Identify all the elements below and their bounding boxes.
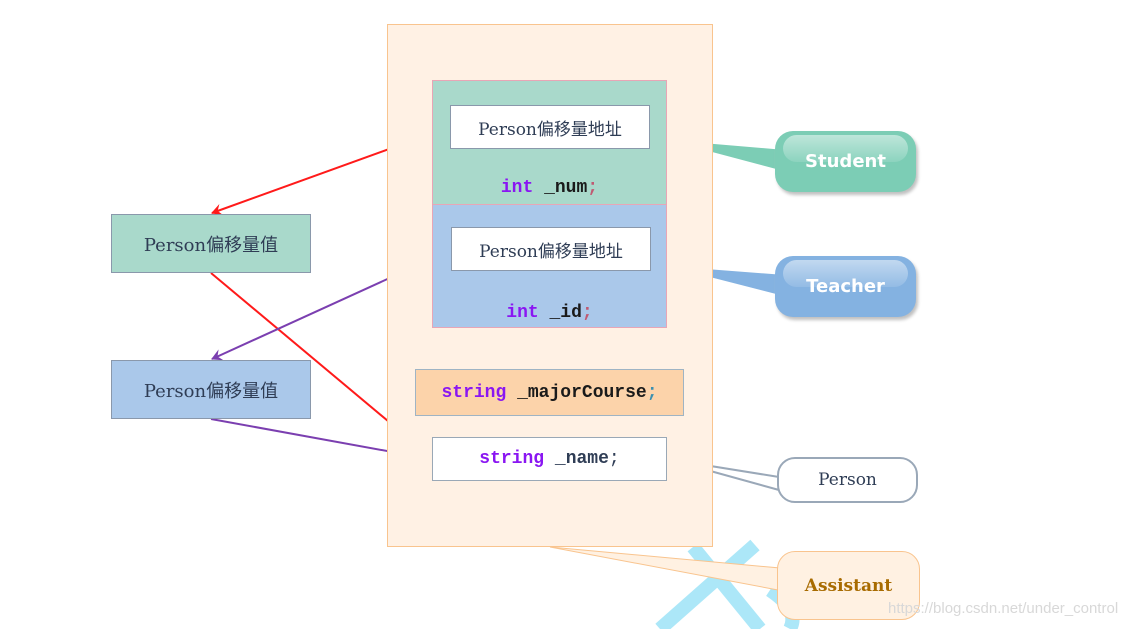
teacher-callout: Teacher xyxy=(775,256,916,317)
assistant-callout-label: Assistant xyxy=(804,575,893,596)
person-callout-label: Person xyxy=(818,470,877,490)
type-keyword: int xyxy=(506,303,539,323)
student-callout: Student xyxy=(775,131,916,192)
student-subobject: Person偏移量地址 int _num; xyxy=(432,80,667,205)
person-callout: Person xyxy=(777,457,918,503)
student-vbptr-box: Person偏移量地址 xyxy=(450,105,650,149)
type-keyword: string xyxy=(479,449,545,469)
member-name: _num xyxy=(533,178,588,198)
student-callout-label: Student xyxy=(805,151,886,172)
student-member-num: int _num; xyxy=(433,175,666,201)
offset-value-label: Person偏移量值 xyxy=(143,380,279,402)
teacher-member-id: int _id; xyxy=(433,300,666,326)
teacher-callout-label: Teacher xyxy=(806,276,885,297)
semicolon: ; xyxy=(646,382,658,403)
semicolon: ; xyxy=(608,449,620,469)
teacher-subobject: Person偏移量地址 int _id; xyxy=(432,204,667,328)
student-offset-value-box: Person偏移量值 xyxy=(111,214,311,273)
semicolon: ; xyxy=(587,178,599,198)
teacher-offset-value-box: Person偏移量值 xyxy=(111,360,311,419)
type-keyword: int xyxy=(500,178,534,198)
offset-value-label: Person偏移量值 xyxy=(143,234,279,256)
member-name: _name xyxy=(544,449,609,469)
major-course-member: string _majorCourse; xyxy=(415,369,684,416)
member-name: _majorCourse xyxy=(506,382,647,403)
semicolon: ; xyxy=(581,303,593,323)
student-vbptr-label: Person偏移量地址 xyxy=(478,119,622,140)
type-keyword: string xyxy=(441,382,507,403)
teacher-vbptr-box: Person偏移量地址 xyxy=(451,227,651,271)
person-name-member: string _name; xyxy=(432,437,667,481)
member-name: _id xyxy=(538,303,582,323)
teacher-vbptr-label: Person偏移量地址 xyxy=(479,241,623,262)
watermark-url: https://blog.csdn.net/under_control xyxy=(888,600,1119,617)
